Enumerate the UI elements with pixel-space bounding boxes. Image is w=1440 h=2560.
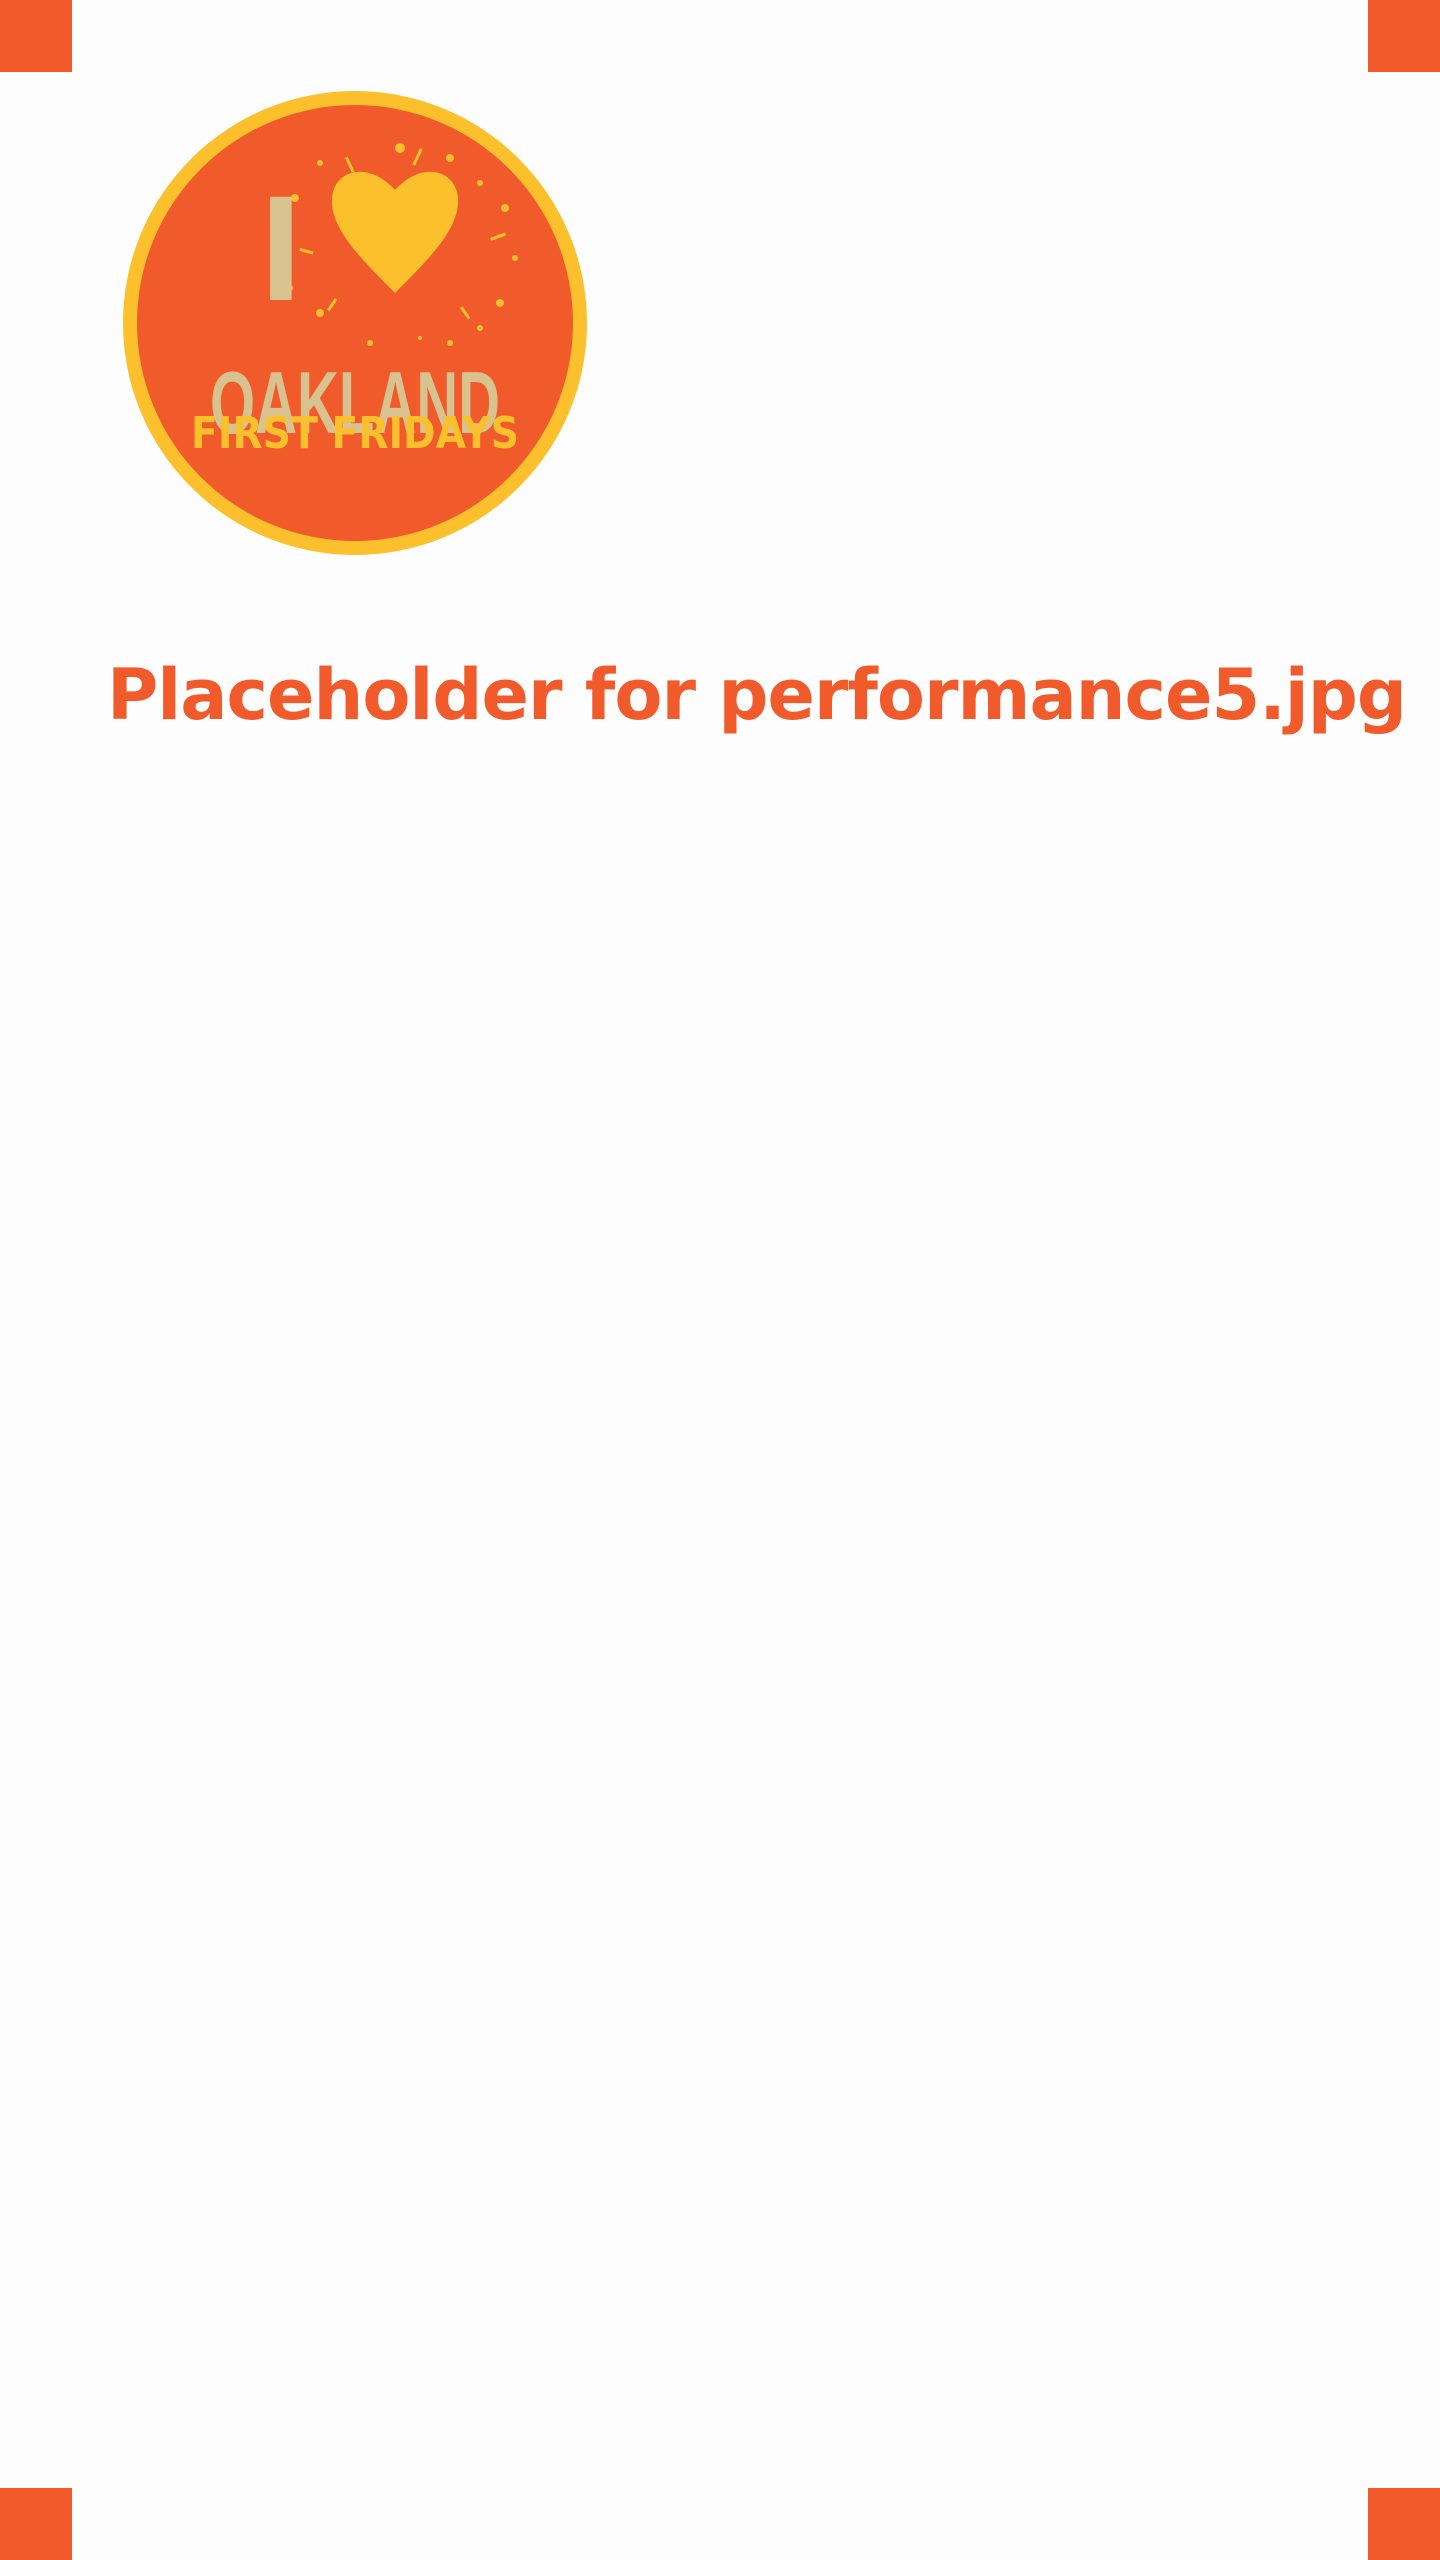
corner-block-bottom-right — [1368, 2488, 1440, 2560]
logo-tagline: FIRST FRIDAYS — [191, 408, 519, 459]
i-love-oakland-logo: I OAKLAND FIRST FRIDAYS — [120, 88, 590, 558]
logo-letter-i: I — [260, 164, 302, 332]
image-placeholder-text: Placeholder for performance5.jpg — [107, 654, 1407, 736]
corner-block-top-left — [0, 0, 72, 72]
logo-badge: I OAKLAND FIRST FRIDAYS — [123, 91, 587, 555]
corner-block-top-right — [1368, 0, 1440, 72]
corner-block-bottom-left — [0, 2488, 72, 2560]
logo-inner-disc — [137, 105, 573, 541]
